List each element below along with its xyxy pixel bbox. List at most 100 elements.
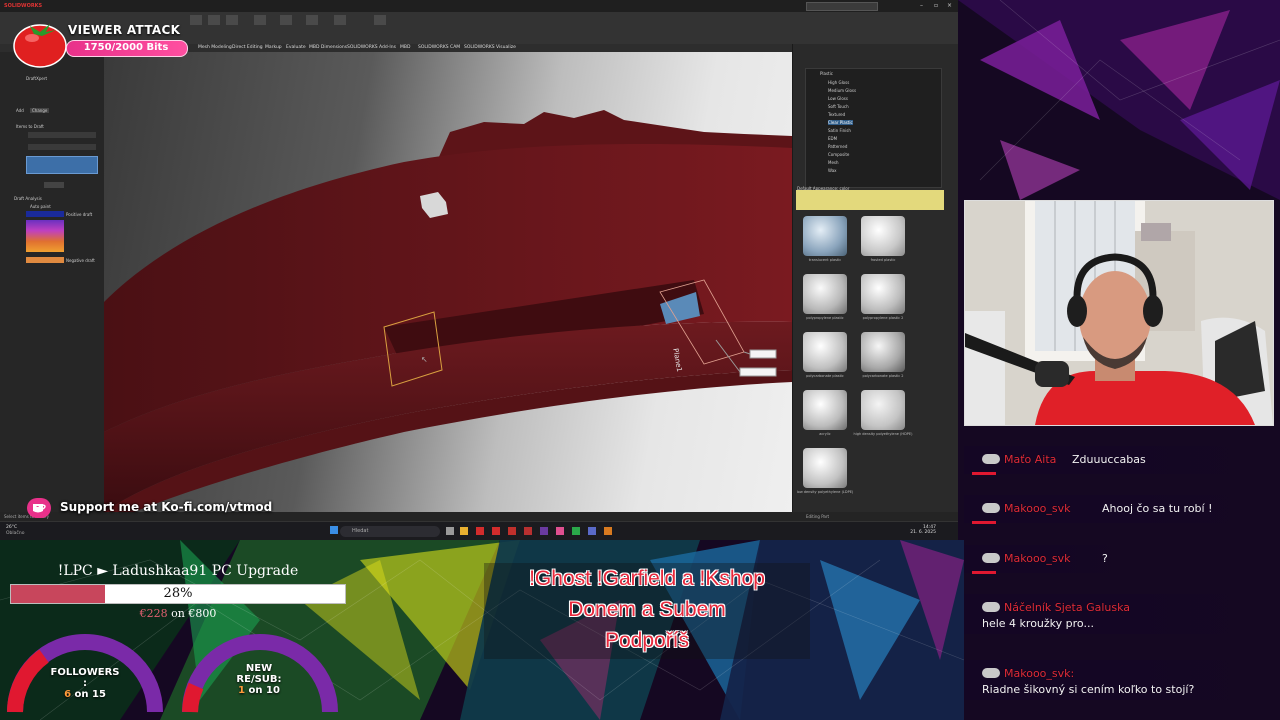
- start-icon[interactable]: [330, 526, 338, 534]
- followers-on: on: [74, 689, 89, 700]
- taskbar-app-icons[interactable]: [446, 525, 626, 538]
- chat-badge-icon: [982, 454, 1000, 464]
- material-sphere-icon[interactable]: [803, 448, 847, 488]
- subs-on: on: [248, 685, 263, 696]
- tree-node-selected[interactable]: Clear Plastic: [828, 120, 853, 125]
- material-label: polypropylene plastic: [806, 316, 844, 320]
- negative-draft-label: Negative draft: [66, 258, 95, 263]
- callout-box-2[interactable]: [739, 367, 777, 377]
- material-sphere-icon[interactable]: [861, 274, 905, 314]
- webcam-video: [965, 201, 1273, 425]
- apply-button[interactable]: [44, 182, 64, 188]
- neutral-plane-field[interactable]: [28, 144, 96, 150]
- material-label: polycarbonate plastic: [806, 374, 844, 378]
- maximize-icon[interactable]: ▫: [934, 2, 942, 10]
- goal-percent: 28%: [163, 586, 193, 601]
- close-icon[interactable]: ×: [947, 2, 955, 10]
- followers-target: 15: [92, 689, 106, 700]
- panel-title: DraftXpert: [26, 76, 48, 81]
- chat-username: Makooo_svk:: [1004, 667, 1075, 680]
- weather-temp: 26°C: [6, 525, 18, 530]
- material-sphere-icon[interactable]: [803, 332, 847, 372]
- negative-draft-color[interactable]: [26, 257, 64, 263]
- tree-node[interactable]: Soft Touch: [828, 104, 849, 109]
- followers-title: FOLLOWERS: [50, 667, 120, 678]
- material-sphere-icon[interactable]: [803, 274, 847, 314]
- followers-gauge-label: FOLLOWERS : 6 on 15: [45, 667, 125, 700]
- tree-node-plastic[interactable]: Plastic: [820, 71, 833, 76]
- tab-visualize[interactable]: SOLIDWORKS Visualize: [462, 45, 518, 50]
- chat-badge-icon: [982, 668, 1000, 678]
- commands-line-3: Podpoříš: [604, 629, 690, 652]
- goal-raised: €228: [139, 607, 168, 620]
- tree-node[interactable]: EDM: [828, 136, 837, 141]
- graphics-viewport[interactable]: Plane1 ↖: [104, 52, 792, 512]
- goal-on: on: [171, 607, 185, 620]
- material-sphere-icon[interactable]: [861, 216, 905, 256]
- followers-sep: :: [83, 678, 87, 689]
- draft-angle-field[interactable]: [28, 132, 96, 138]
- tree-node[interactable]: Patterned: [828, 144, 847, 149]
- tree-node[interactable]: Satin Finish: [828, 128, 851, 133]
- tree-node[interactable]: Wax: [828, 168, 837, 173]
- faces-to-draft-list[interactable]: [26, 156, 98, 174]
- tree-node[interactable]: High Gloss: [828, 80, 849, 85]
- tree-node[interactable]: Low Gloss: [828, 96, 848, 101]
- chat-accent-bar: [972, 521, 996, 524]
- material-sphere-icon[interactable]: [861, 332, 905, 372]
- tab-addins[interactable]: SOLIDWORKS Add-Ins: [345, 45, 398, 50]
- minimize-icon[interactable]: –: [920, 2, 928, 10]
- status-right: Editing Part: [806, 514, 830, 519]
- windows-taskbar: 26°C Oblačno Hledat 14:47 21. 6. 2025: [0, 521, 958, 540]
- draft-gradient-bar: [26, 220, 64, 252]
- chat-text: Zduuuccabas: [1072, 453, 1146, 466]
- material-label: polycarbonate plastic 2: [862, 374, 904, 378]
- material-sphere-icon[interactable]: [861, 390, 905, 430]
- taskbar-clock[interactable]: 14:47 21. 6. 2025: [910, 525, 936, 535]
- chat-username: Makooo_svk: [1004, 552, 1071, 565]
- help-search-input[interactable]: [806, 2, 878, 11]
- tree-node[interactable]: Composite: [828, 152, 849, 157]
- material-label: frosted plastic: [870, 258, 896, 262]
- chat-panel: Maťo Aita Zduuuccabas Makooo_svk Ahooj č…: [964, 426, 1280, 720]
- change-tab[interactable]: Change: [30, 108, 50, 113]
- draft-analysis-heading: Draft Analysis: [14, 196, 42, 201]
- positive-draft-color[interactable]: [26, 211, 64, 217]
- tab-evaluate[interactable]: Evaluate: [284, 45, 308, 50]
- subs-target: 10: [266, 685, 280, 696]
- material-sphere-icon[interactable]: [803, 390, 847, 430]
- callout-box-1[interactable]: [749, 349, 777, 359]
- subs-gauge-label: NEW RE/SUB: 1 on 10: [222, 663, 296, 696]
- tab-mbd[interactable]: MBD: [398, 45, 412, 50]
- tree-node[interactable]: Textured: [828, 112, 845, 117]
- appearance-tree[interactable]: Plastic High Gloss Medium Gloss Low Glos…: [805, 68, 942, 188]
- chat-text: hele 4 kroužky pro...: [982, 617, 1094, 630]
- tab-mesh-modeling[interactable]: Mesh Modeling: [196, 45, 234, 50]
- task-pane-appearances: Plastic High Gloss Medium Gloss Low Glos…: [792, 44, 958, 514]
- subs-current: 1: [238, 685, 246, 696]
- chat-username: Makooo_svk: [1004, 502, 1071, 515]
- material-sphere-icon[interactable]: [803, 216, 847, 256]
- followers-gauge-fill: [7, 649, 49, 713]
- subs-title-2: RE/SUB:: [236, 674, 282, 685]
- commands-line-2: Donem a Subem: [568, 598, 726, 621]
- tab-mbd-dimensions[interactable]: MBD Dimensions: [307, 45, 349, 50]
- auto-paint-checkbox[interactable]: Auto paint: [30, 204, 51, 209]
- tree-node[interactable]: Medium Gloss: [828, 88, 856, 93]
- commands-line-1: !Ghost !Garfield a !Kshop: [529, 567, 765, 590]
- kofi-text: Support me at Ko-fi.com/vtmod: [60, 500, 273, 514]
- chat-username: Náčelník Sjeta Galuska: [1004, 601, 1131, 614]
- tab-direct-editing[interactable]: Direct Editing: [230, 45, 265, 50]
- tab-markup[interactable]: Markup: [263, 45, 284, 50]
- alert-title: VIEWER ATTACK: [68, 23, 181, 37]
- tab-cam[interactable]: SOLIDWORKS CAM: [416, 45, 462, 50]
- taskbar-search-input[interactable]: Hledat: [340, 526, 440, 537]
- add-tab[interactable]: Add: [16, 108, 24, 113]
- material-label: acrylic: [819, 432, 831, 436]
- material-label: translucent plastic: [808, 258, 842, 262]
- chat-text: Ahooj čo sa tu robí !: [1102, 502, 1213, 515]
- tree-node[interactable]: Mesh: [828, 160, 839, 165]
- chat-accent-bar: [972, 472, 996, 475]
- material-label: low density polyethylene (LDPE): [796, 490, 854, 494]
- chat-badge-icon: [982, 503, 1000, 513]
